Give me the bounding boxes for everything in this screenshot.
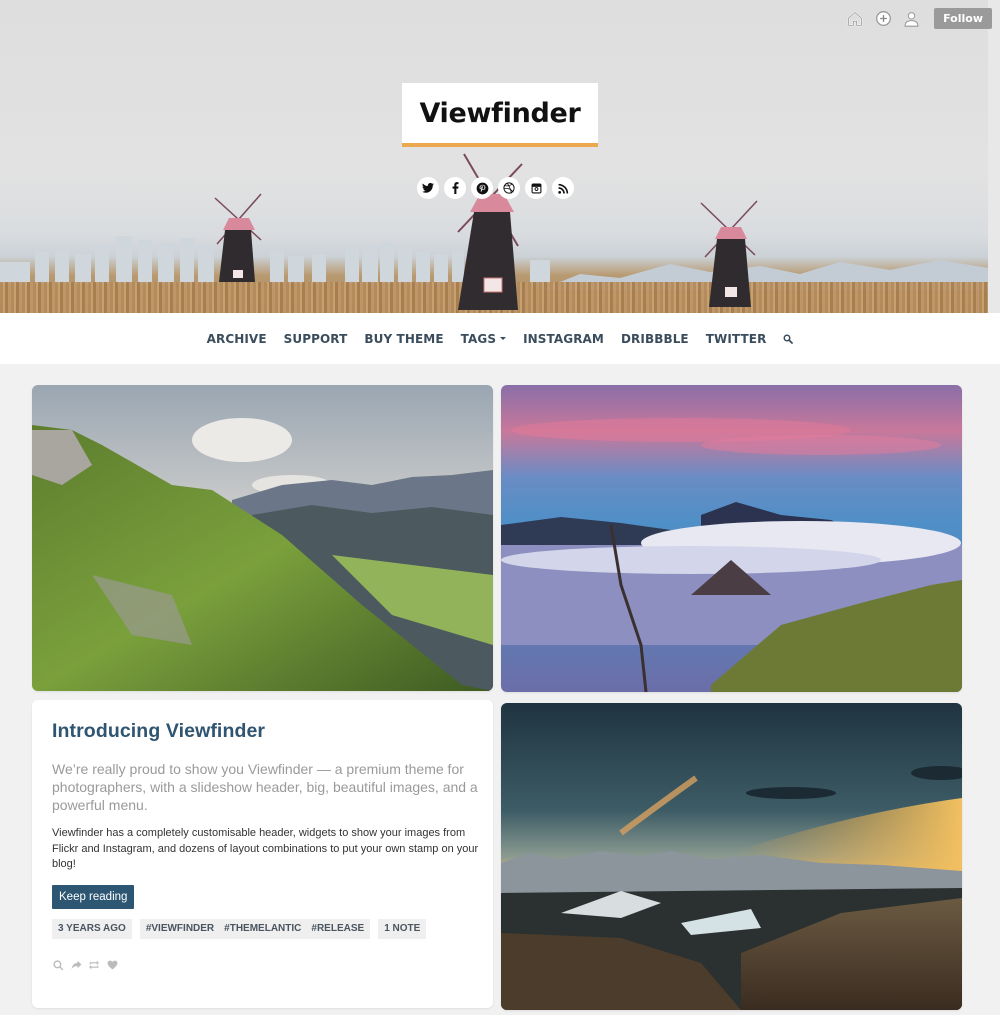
follow-button[interactable]: Follow bbox=[934, 8, 992, 29]
post-title[interactable]: Introducing Viewfinder bbox=[52, 720, 265, 743]
home-icon[interactable] bbox=[846, 10, 864, 28]
mountain-sunset-photo[interactable] bbox=[501, 703, 962, 1010]
windmill-center bbox=[457, 153, 523, 310]
site-title[interactable]: Viewfinder bbox=[419, 98, 580, 129]
dribbble-icon[interactable] bbox=[498, 177, 520, 199]
post-notes[interactable]: 1 NOTE bbox=[378, 919, 427, 939]
windmill-left bbox=[214, 193, 262, 282]
keep-reading-button[interactable]: Keep reading bbox=[52, 885, 135, 909]
post-tags: #VIEWFINDER #THEMELANTIC #RELEASE bbox=[139, 919, 371, 939]
volcano-sunrise-photo[interactable] bbox=[501, 385, 962, 692]
header-image: Viewfinder bbox=[0, 0, 988, 313]
nav-archive[interactable]: ARCHIVE bbox=[198, 332, 275, 346]
tag-link[interactable]: #VIEWFINDER bbox=[146, 919, 214, 939]
site-title-box[interactable]: Viewfinder bbox=[402, 83, 598, 147]
post-timestamp[interactable]: 3 YEARS AGO bbox=[52, 919, 132, 939]
post-body: Viewfinder has a completely customisable… bbox=[52, 827, 479, 870]
nav-tags-label: TAGS bbox=[460, 331, 497, 346]
like-icon[interactable] bbox=[106, 959, 118, 971]
compose-icon[interactable] bbox=[874, 10, 892, 28]
post-meta: 3 YEARS AGO #VIEWFINDER #THEMELANTIC #RE… bbox=[52, 919, 427, 939]
nav-support[interactable]: SUPPORT bbox=[275, 332, 356, 346]
main-nav: ARCHIVE SUPPORT BUY THEME TAGS INSTAGRAM… bbox=[0, 313, 1000, 364]
tumblr-controls: Follow bbox=[846, 8, 992, 29]
nav-buy-theme[interactable]: BUY THEME bbox=[356, 332, 452, 346]
alpine-valley-photo[interactable] bbox=[32, 385, 493, 691]
nav-twitter[interactable]: TWITTER bbox=[697, 332, 775, 346]
twitter-icon[interactable] bbox=[417, 177, 439, 199]
caret-down-icon bbox=[500, 337, 507, 340]
instagram-icon[interactable] bbox=[525, 177, 547, 199]
post-lead: We’re really proud to show you Viewfinde… bbox=[52, 761, 478, 813]
tag-link[interactable]: #THEMELANTIC bbox=[224, 919, 301, 939]
rss-icon[interactable] bbox=[552, 177, 574, 199]
windmill-right bbox=[700, 200, 758, 307]
search-icon[interactable] bbox=[52, 959, 64, 971]
account-icon[interactable] bbox=[902, 10, 920, 28]
share-icon[interactable] bbox=[70, 959, 82, 971]
nav-tags[interactable]: TAGS bbox=[452, 332, 514, 346]
header-edge bbox=[988, 0, 1000, 313]
pinterest-icon[interactable] bbox=[471, 177, 493, 199]
social-links bbox=[417, 177, 574, 199]
reblog-icon[interactable] bbox=[88, 959, 100, 971]
post-actions bbox=[52, 959, 118, 971]
tag-link[interactable]: #RELEASE bbox=[311, 919, 364, 939]
facebook-icon[interactable] bbox=[444, 177, 466, 199]
search-icon[interactable] bbox=[775, 334, 802, 344]
text-post-card: Introducing Viewfinder We’re really prou… bbox=[32, 700, 493, 1008]
nav-dribbble[interactable]: DRIBBBLE bbox=[612, 332, 697, 346]
nav-instagram[interactable]: INSTAGRAM bbox=[515, 332, 613, 346]
